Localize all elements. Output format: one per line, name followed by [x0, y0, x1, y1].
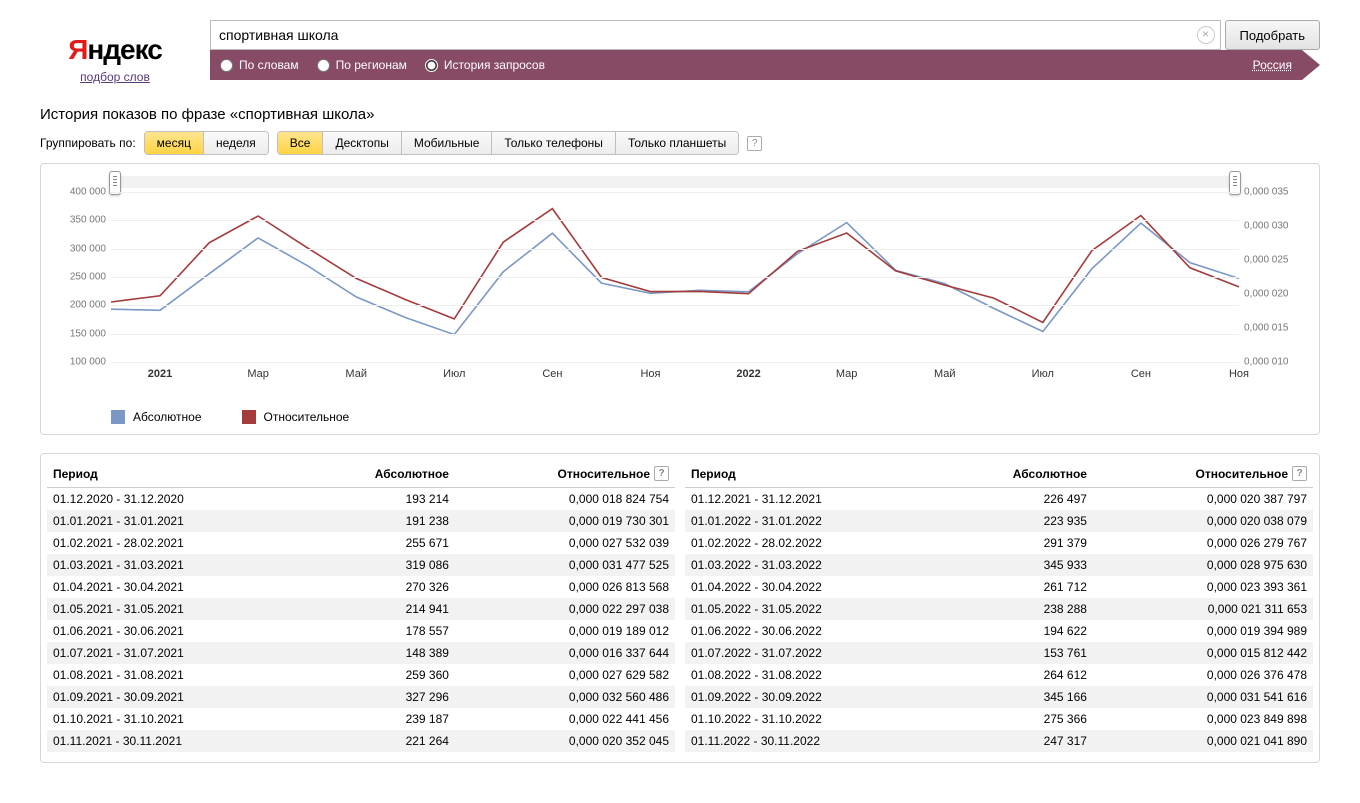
logo-sublink[interactable]: подбор слов: [80, 70, 150, 84]
table-row: 01.02.2022 - 28.02.2022291 3790,000 026 …: [685, 532, 1313, 554]
y-axis-right-tick: 0,000 015: [1244, 323, 1309, 334]
y-axis-left-tick: 150 000: [51, 328, 106, 339]
table-row: 01.11.2022 - 30.11.2022247 3170,000 021 …: [685, 730, 1313, 752]
bar-tail-icon: [1302, 50, 1320, 80]
legend-abs: Абсолютное: [111, 410, 202, 424]
x-axis-tick: Мар: [836, 368, 858, 380]
device-phones-button[interactable]: Только телефоны: [492, 132, 616, 154]
table-row: 01.01.2022 - 31.01.2022223 9350,000 020 …: [685, 510, 1313, 532]
x-axis-tick: 2021: [148, 368, 172, 380]
table-row: 01.07.2021 - 31.07.2021148 3890,000 016 …: [47, 642, 675, 664]
logo-y: Я: [68, 34, 87, 65]
group-by-toggle: месяц неделя: [144, 131, 269, 155]
y-axis-left-tick: 350 000: [51, 215, 106, 226]
help-icon[interactable]: ?: [1292, 466, 1307, 481]
device-toggle: Все Десктопы Мобильные Только телефоны Т…: [277, 131, 739, 155]
tab-regions[interactable]: По регионам: [317, 58, 407, 72]
th-abs: Абсолютное: [1013, 467, 1087, 481]
region-link[interactable]: Россия: [1253, 58, 1292, 72]
table-row: 01.08.2021 - 31.08.2021259 3600,000 027 …: [47, 664, 675, 686]
submit-button[interactable]: Подобрать: [1225, 20, 1320, 50]
y-axis-right-tick: 0,000 025: [1244, 255, 1309, 266]
y-axis-right-tick: 0,000 010: [1244, 357, 1309, 368]
logo-block: Яндекс подбор слов: [40, 20, 190, 84]
table-row: 01.02.2021 - 28.02.2021255 6710,000 027 …: [47, 532, 675, 554]
table-row: 01.12.2020 - 31.12.2020193 2140,000 018 …: [47, 488, 675, 511]
logo-rest: ндекс: [87, 34, 161, 65]
table-row: 01.03.2021 - 31.03.2021319 0860,000 031 …: [47, 554, 675, 576]
x-axis-tick: Ноя: [1229, 368, 1249, 380]
y-axis-left-tick: 300 000: [51, 243, 106, 254]
group-month-button[interactable]: месяц: [145, 132, 204, 154]
x-axis-tick: 2022: [736, 368, 760, 380]
group-by-label: Группировать по:: [40, 136, 136, 150]
x-axis-tick: Июл: [1032, 368, 1054, 380]
table-row: 01.05.2022 - 31.05.2022238 2880,000 021 …: [685, 598, 1313, 620]
y-axis-left-tick: 400 000: [51, 187, 106, 198]
clear-icon[interactable]: ×: [1197, 26, 1215, 44]
table-row: 01.05.2021 - 31.05.2021214 9410,000 022 …: [47, 598, 675, 620]
page-title: История показов по фразе «спортивная шко…: [40, 106, 1320, 123]
data-table-left: Период Абсолютное Относительное? 01.12.2…: [47, 460, 675, 752]
table-row: 01.08.2022 - 31.08.2022264 6120,000 026 …: [685, 664, 1313, 686]
search-input[interactable]: [210, 20, 1221, 50]
th-period: Период: [691, 467, 736, 481]
help-icon[interactable]: ?: [654, 466, 669, 481]
tab-history[interactable]: История запросов: [425, 58, 545, 72]
y-axis-left-tick: 200 000: [51, 300, 106, 311]
y-axis-right-tick: 0,000 035: [1244, 187, 1309, 198]
th-rel: Относительное: [1196, 467, 1288, 481]
device-mobile-button[interactable]: Мобильные: [402, 132, 493, 154]
th-abs: Абсолютное: [375, 467, 449, 481]
logo[interactable]: Яндекс: [40, 34, 190, 66]
x-axis-tick: Июл: [443, 368, 465, 380]
y-axis-right-tick: 0,000 020: [1244, 289, 1309, 300]
table-row: 01.07.2022 - 31.07.2022153 7610,000 015 …: [685, 642, 1313, 664]
legend-rel: Относительное: [242, 410, 350, 424]
device-desktop-button[interactable]: Десктопы: [323, 132, 401, 154]
table-row: 01.04.2022 - 30.04.2022261 7120,000 023 …: [685, 576, 1313, 598]
history-chart: 400 000 350 000 300 000 250 000 200 000 150 0…: [51, 174, 1309, 404]
x-axis-tick: Ноя: [640, 368, 660, 380]
table-row: 01.06.2021 - 30.06.2021178 5570,000 019 …: [47, 620, 675, 642]
table-row: 01.04.2021 - 30.04.2021270 3260,000 026 …: [47, 576, 675, 598]
x-axis-tick: Сен: [542, 368, 562, 380]
th-period: Период: [53, 467, 98, 481]
y-axis-right-tick: 0,000 030: [1244, 221, 1309, 232]
data-table-right: Период Абсолютное Относительное? 01.12.2…: [685, 460, 1313, 752]
legend-abs-swatch: [111, 410, 125, 424]
device-all-button[interactable]: Все: [278, 132, 324, 154]
table-row: 01.10.2022 - 31.10.2022275 3660,000 023 …: [685, 708, 1313, 730]
x-axis-tick: Май: [345, 368, 367, 380]
y-axis-left-tick: 100 000: [51, 357, 106, 368]
table-row: 01.03.2022 - 31.03.2022345 9330,000 028 …: [685, 554, 1313, 576]
th-rel: Относительное: [558, 467, 650, 481]
device-tablets-button[interactable]: Только планшеты: [616, 132, 738, 154]
table-row: 01.06.2022 - 30.06.2022194 6220,000 019 …: [685, 620, 1313, 642]
table-row: 01.09.2022 - 30.09.2022345 1660,000 031 …: [685, 686, 1313, 708]
x-axis-tick: Май: [934, 368, 956, 380]
table-row: 01.01.2021 - 31.01.2021191 2380,000 019 …: [47, 510, 675, 532]
help-icon[interactable]: ?: [747, 136, 762, 151]
x-axis-tick: Мар: [247, 368, 269, 380]
table-row: 01.10.2021 - 31.10.2021239 1870,000 022 …: [47, 708, 675, 730]
tab-words[interactable]: По словам: [220, 58, 299, 72]
table-row: 01.09.2021 - 30.09.2021327 2960,000 032 …: [47, 686, 675, 708]
table-row: 01.12.2021 - 31.12.2021226 4970,000 020 …: [685, 488, 1313, 511]
y-axis-left-tick: 250 000: [51, 272, 106, 283]
x-axis-tick: Сен: [1131, 368, 1151, 380]
table-row: 01.11.2021 - 30.11.2021221 2640,000 020 …: [47, 730, 675, 752]
legend-rel-swatch: [242, 410, 256, 424]
group-week-button[interactable]: неделя: [204, 132, 268, 154]
